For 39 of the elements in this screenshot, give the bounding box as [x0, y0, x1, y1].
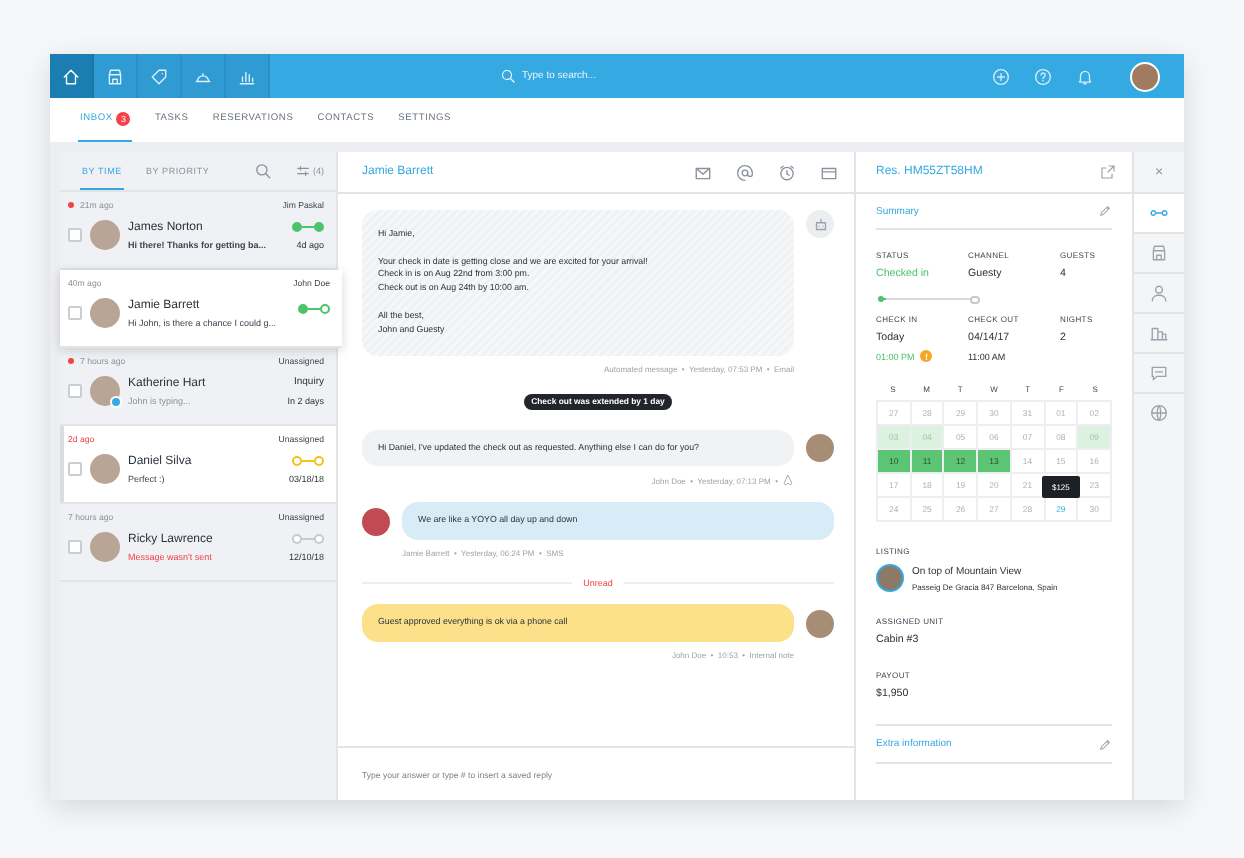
checkbox[interactable]	[68, 306, 82, 320]
help-icon[interactable]	[1034, 67, 1052, 85]
buildings-icon	[1150, 324, 1168, 342]
filter-icon[interactable]	[295, 164, 309, 178]
notification-bell-icon[interactable]	[1076, 67, 1094, 85]
alarm-clock-icon[interactable]	[778, 163, 796, 181]
storefront-icon	[106, 67, 124, 85]
guest-avatar	[90, 376, 120, 406]
agent-avatar	[806, 434, 834, 463]
listing-photo-placeholder	[876, 564, 904, 592]
checkbox[interactable]	[68, 540, 82, 554]
search-icon	[500, 68, 516, 84]
guest-avatar	[362, 507, 390, 536]
envelope-icon[interactable]	[694, 163, 712, 181]
globe-icon	[1150, 404, 1168, 422]
cloche-icon	[194, 67, 212, 85]
checkbox[interactable]	[68, 228, 82, 242]
tag-icon	[150, 67, 168, 85]
checkbox[interactable]	[68, 462, 82, 476]
home-button[interactable]	[50, 54, 94, 98]
dots-line-tab[interactable]	[1134, 192, 1184, 232]
external-link-icon[interactable]	[1100, 164, 1116, 180]
robot-icon	[811, 215, 829, 233]
at-sign-icon[interactable]	[736, 163, 754, 181]
agent-avatar	[806, 609, 834, 638]
edit-icon[interactable]	[1098, 737, 1112, 751]
arch-icon	[782, 474, 794, 487]
person-icon	[1150, 284, 1168, 302]
card-icon[interactable]	[820, 163, 838, 181]
search-icon[interactable]	[253, 162, 271, 180]
user-avatar[interactable]	[1130, 61, 1160, 91]
edit-icon[interactable]	[1098, 204, 1112, 218]
add-icon[interactable]	[992, 67, 1010, 85]
chat-bubble-icon	[1150, 364, 1168, 382]
checkbox[interactable]	[68, 384, 82, 398]
storefront-icon	[1150, 244, 1168, 262]
home-icon	[62, 67, 80, 85]
bar-chart-icon	[238, 67, 256, 85]
dots-line-icon	[1150, 204, 1168, 222]
